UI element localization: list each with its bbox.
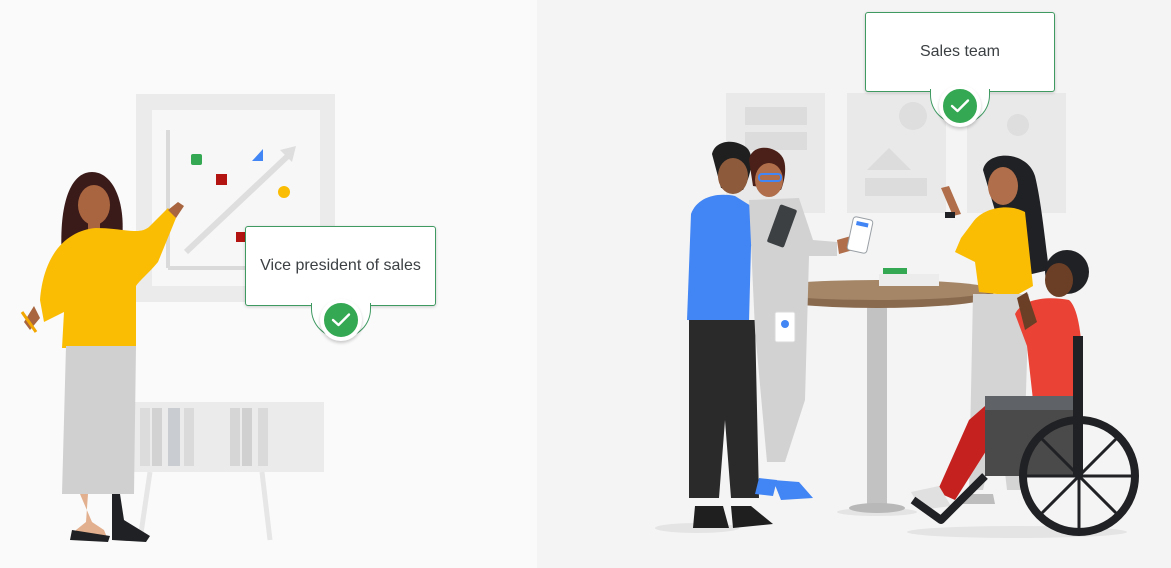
team-illustration-panel: Sales team xyxy=(537,0,1171,568)
vp-role-label: Vice president of sales xyxy=(260,257,421,274)
sales-team-illustration xyxy=(655,93,1139,538)
sales-team-label: Sales team xyxy=(919,43,1001,60)
vp-illustration-panel: Vice president of sales xyxy=(0,0,537,568)
vp-role-card: Vice president of sales xyxy=(245,226,436,306)
sales-team-card: Sales team xyxy=(865,12,1055,92)
checkmark-icon xyxy=(320,299,362,341)
checkmark-icon xyxy=(939,85,981,127)
